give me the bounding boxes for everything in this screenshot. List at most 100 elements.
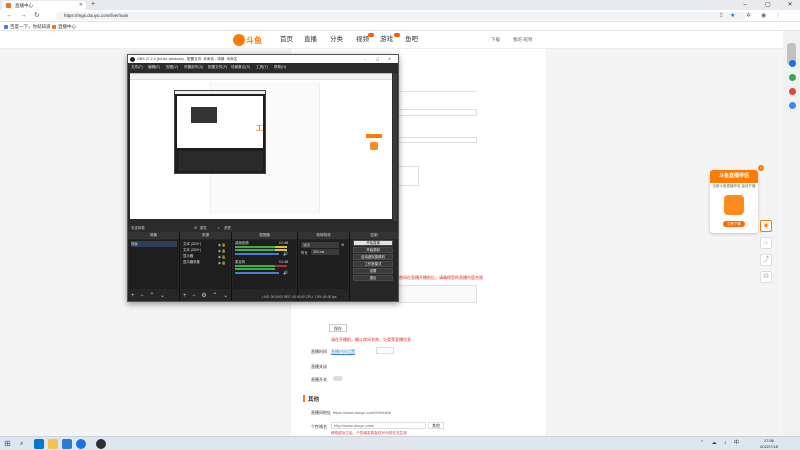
douyu-logo[interactable]: 斗鱼 — [233, 33, 263, 47]
obs-maximize-icon[interactable]: ▢ — [376, 55, 379, 63]
captured-promo — [366, 134, 382, 164]
nav-games[interactable]: 游戏 — [380, 31, 393, 49]
scenes-list[interactable]: 场景 — [129, 240, 178, 289]
bookmark-item[interactable]: 直播中心 — [52, 22, 76, 31]
tab-title: 直播中心 — [15, 3, 33, 8]
microphone-icon[interactable]: 🔊 — [283, 270, 288, 275]
obs-menu-profile[interactable]: 配置文件(P) — [208, 63, 227, 71]
cover-upload[interactable] — [397, 166, 419, 186]
filters-button[interactable]: 滤镜 — [224, 225, 231, 232]
time-link[interactable]: 直播时间设置 — [331, 349, 355, 355]
support-float-icon[interactable]: ☊ — [760, 271, 772, 283]
obs-taskbar-icon[interactable] — [96, 439, 106, 449]
sources-list[interactable]: 文本 (GDI+) 文本 (GDI+) 显示器 显示器采集 ◉ 🔓 ◉ 🔓 ◉ 🔓 ◉… — [181, 240, 230, 289]
preview-scrollbar[interactable] — [393, 73, 397, 221]
obs-preview[interactable]: 工 — [128, 71, 398, 225]
tray-icons[interactable]: ⌃ ☁ ♪ 中 — [700, 439, 742, 446]
start-recording-button[interactable]: 开始录制 — [353, 247, 393, 253]
extensions-icon[interactable]: ✲ — [746, 10, 751, 22]
download-link[interactable]: 下载 — [491, 31, 500, 49]
transition-select[interactable]: 淡出 — [301, 242, 339, 248]
studio-mode-button[interactable]: 工作室模式 — [353, 261, 393, 267]
address-bar-row: ← → ↻ https://mgs.douyu.com/live/main ⇪ … — [0, 10, 800, 22]
sidebar-ext-icon[interactable] — [789, 88, 796, 95]
text-field[interactable] — [397, 109, 477, 116]
obs-menu-view[interactable]: 视图(V) — [166, 63, 178, 71]
search-icon[interactable]: ⌕ — [20, 439, 30, 449]
custom-domain-input[interactable]: http://www.douyu.com/ — [331, 422, 426, 429]
reload-icon[interactable]: ↻ — [34, 10, 39, 22]
close-promo-icon[interactable]: × — [758, 165, 764, 171]
nav-badge — [368, 33, 374, 37]
close-tab-icon[interactable]: ✕ — [79, 1, 83, 10]
windows-start-icon[interactable]: ⊞ — [4, 439, 14, 449]
volume-slider[interactable] — [235, 253, 279, 255]
close-label: 直播关闭 — [311, 364, 327, 369]
obs-menu-file[interactable]: 文件(F) — [131, 63, 143, 71]
settings-button[interactable]: 设置 — [353, 268, 393, 274]
toggle-switch[interactable] — [333, 376, 343, 381]
obs-menu-edit[interactable]: 编辑(E) — [148, 63, 160, 71]
maximize-icon[interactable]: ▢ — [758, 0, 778, 10]
exit-button[interactable]: 退出 — [353, 275, 393, 281]
live-float-icon[interactable]: ◉ — [760, 220, 772, 232]
domain-button[interactable]: 其他 — [428, 422, 444, 429]
promo-card[interactable]: 斗鱼直播伴侣 全新斗鱼直播伴侣 高效开播 立即下载 — [710, 170, 758, 233]
speaker-icon[interactable]: 🔊 — [283, 251, 288, 256]
textarea[interactable] — [397, 285, 477, 303]
add-transition-icon[interactable]: ⊕ — [341, 242, 344, 247]
nav-fishbar[interactable]: 鱼吧 — [405, 31, 418, 49]
sidebar-ext-icon[interactable] — [789, 74, 796, 81]
browser-tab-bar: 直播中心 ✕ + – ▢ ✕ — [0, 0, 800, 10]
duration-input[interactable]: 300 ms — [311, 249, 339, 255]
save-button[interactable]: 保存 — [329, 324, 347, 332]
source-item[interactable]: 显示器采集 — [183, 259, 200, 265]
obs-close-icon[interactable]: ✕ — [388, 55, 391, 63]
virtual-camera-button[interactable]: 启动虚拟摄像机 — [353, 254, 393, 260]
forward-icon[interactable]: → — [20, 10, 27, 22]
share-icon[interactable]: ⇪ — [719, 10, 724, 22]
obs-menu-help[interactable]: 帮助(H) — [274, 63, 286, 71]
obs-menu-docks[interactable]: 停靠部件(D) — [184, 63, 203, 71]
text-field[interactable] — [397, 137, 477, 143]
back-icon[interactable]: ← — [6, 10, 13, 22]
profile-icon[interactable]: ◉ — [761, 10, 766, 22]
taskbar-app-icon[interactable] — [62, 439, 72, 449]
minimize-icon[interactable]: – — [735, 0, 755, 10]
scenes-toolbar[interactable]: + − ⌃ ⌄ — [128, 291, 179, 301]
chrome-icon[interactable] — [76, 439, 86, 449]
scene-item[interactable]: 场景 — [131, 241, 177, 247]
start-streaming-button[interactable]: 开始直播 — [353, 240, 393, 246]
properties-gear-icon[interactable]: ⚙ — [194, 225, 197, 232]
obs-menu-tools[interactable]: 工具(T) — [256, 63, 268, 71]
obs-menu-scene-collection[interactable]: 场景集合(S) — [231, 63, 250, 71]
url-input[interactable]: https://mgs.douyu.com/live/main — [56, 12, 746, 20]
preview-canvas: 工 — [130, 73, 392, 219]
properties-button[interactable]: 属性 — [200, 225, 207, 232]
obs-window[interactable]: OBS 27.2.4 (64-bit, windows) - 配置文件: 未命名… — [127, 54, 399, 302]
nav-home[interactable]: 首页 — [280, 31, 293, 49]
visibility-eye-icons[interactable]: ◉ 🔓 ◉ 🔓 ◉ 🔓 ◉ 🔓 — [218, 242, 226, 266]
share-float-icon[interactable]: ⤴ — [760, 254, 772, 266]
volume-slider[interactable] — [235, 272, 279, 274]
file-explorer-icon[interactable] — [48, 439, 58, 449]
obs-minimize-icon[interactable]: – — [364, 55, 366, 63]
new-tab-button[interactable]: + — [91, 0, 95, 10]
edge-icon[interactable] — [34, 439, 44, 449]
browser-tab[interactable]: 直播中心 ✕ — [2, 1, 86, 10]
menu-icon[interactable]: ⋮ — [775, 10, 781, 22]
nav-category[interactable]: 分类 — [330, 31, 343, 49]
sources-toolbar[interactable]: + − ⚙ ⌃ ⌄ — [180, 291, 231, 301]
home-float-icon[interactable]: ⌂ — [760, 237, 772, 249]
nav-live[interactable]: 直播 — [304, 31, 317, 49]
time-select[interactable] — [376, 347, 394, 354]
filters-icon[interactable]: ◐ — [218, 225, 220, 232]
tray-clock[interactable]: 17:56 2022/7/18 — [760, 438, 778, 450]
user-menu[interactable]: 我的·昵称 — [513, 31, 533, 49]
close-window-icon[interactable]: ✕ — [780, 0, 800, 10]
bookmark-item[interactable]: 百度一下，你就知道 — [4, 22, 51, 31]
sidebar-ext-icon[interactable] — [789, 60, 796, 67]
star-bookmark-icon[interactable]: ★ — [730, 10, 735, 22]
download-button[interactable]: 立即下载 — [723, 221, 745, 227]
sidebar-ext-icon[interactable] — [789, 102, 796, 109]
